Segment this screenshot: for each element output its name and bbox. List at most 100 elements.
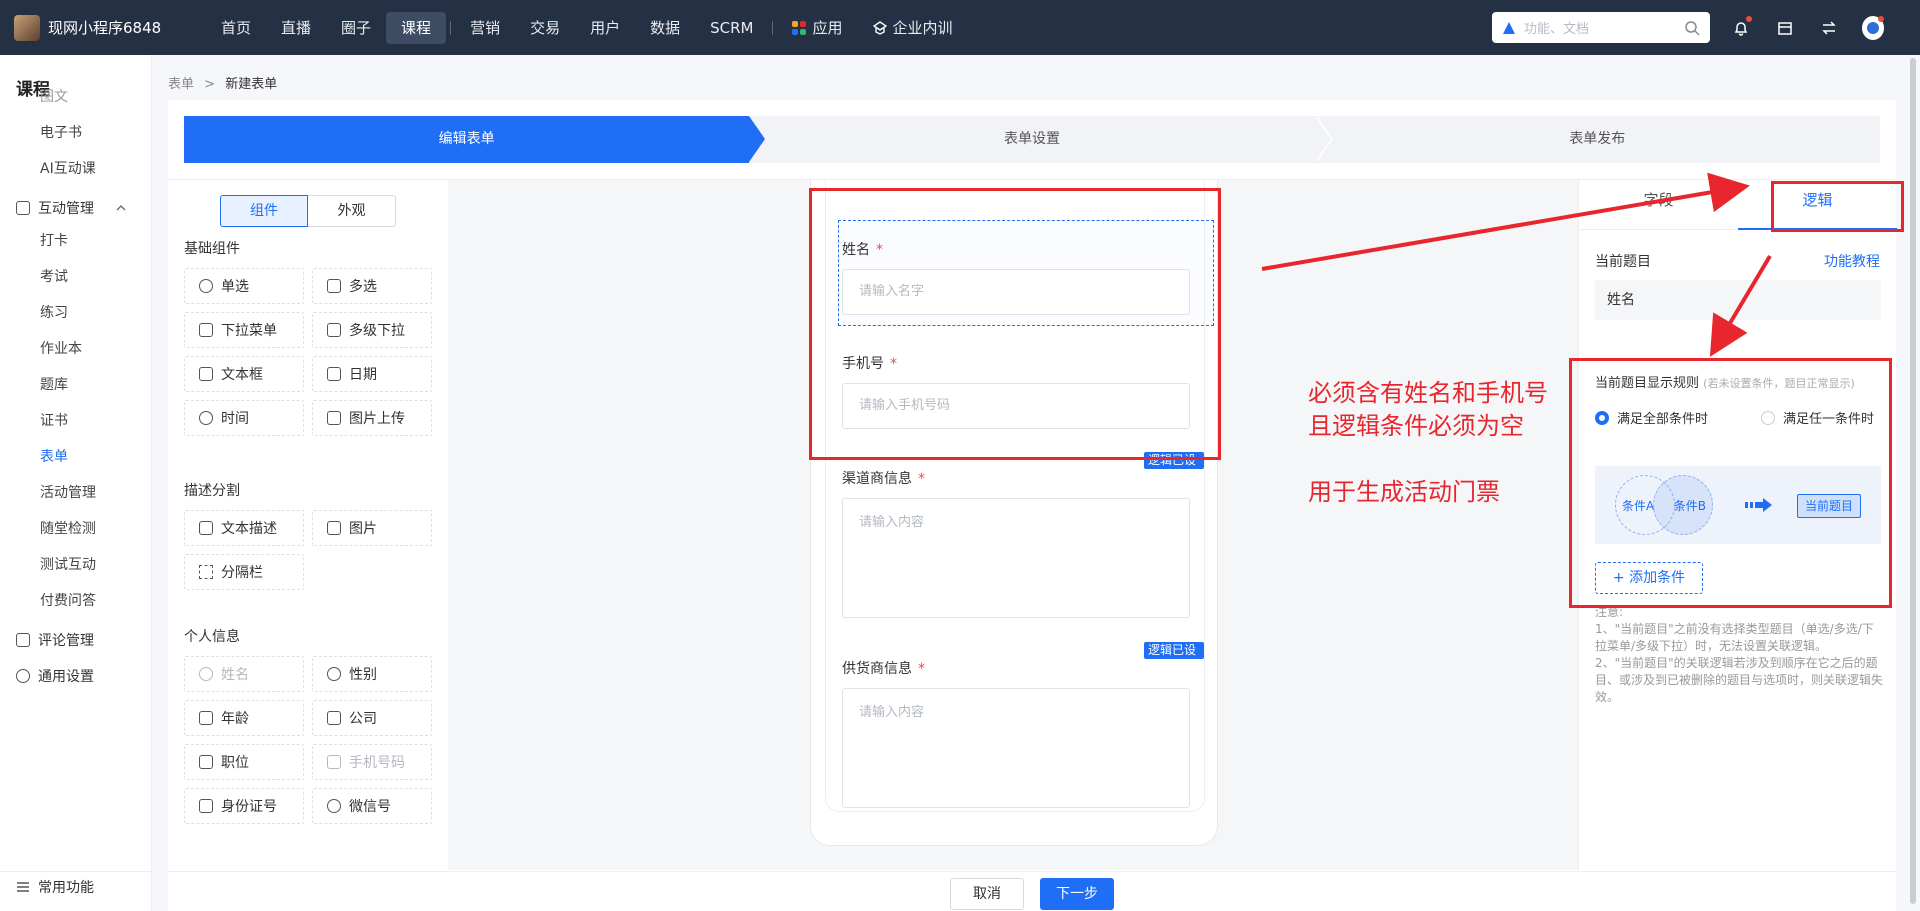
- field-channel[interactable]: 渠道商信息 * 请输入内容: [842, 468, 1190, 618]
- bell-icon[interactable]: [1730, 15, 1752, 39]
- section-basic: 基础组件: [184, 241, 240, 257]
- sidebar-item-ebook[interactable]: 电子书: [40, 122, 82, 142]
- page-scrollbar[interactable]: [1910, 58, 1916, 904]
- search-icon[interactable]: [1684, 20, 1700, 36]
- nav-users[interactable]: 用户: [575, 12, 635, 44]
- component-label: 时间: [221, 411, 249, 427]
- component-label: 文本描述: [221, 521, 277, 537]
- component-company[interactable]: 公司: [312, 700, 432, 736]
- step-edit-form[interactable]: 编辑表单: [184, 116, 766, 163]
- clock-icon: [199, 411, 213, 425]
- image-upload-icon: [327, 411, 341, 425]
- sidebar-item-question-bank[interactable]: 题库: [40, 374, 68, 394]
- component-position[interactable]: 职位: [184, 744, 304, 780]
- annotation-box-form-fields: [809, 188, 1221, 460]
- nav-scrm[interactable]: SCRM: [695, 12, 768, 44]
- sidebar-item-article[interactable]: 图文: [40, 86, 68, 106]
- step-form-settings[interactable]: 表单设置: [749, 116, 1333, 163]
- training-icon: [872, 20, 887, 35]
- component-divider[interactable]: 分隔栏: [184, 554, 304, 590]
- sidebar-item-paid-qa[interactable]: 付费问答: [40, 590, 96, 610]
- sidebar-item-homework[interactable]: 作业本: [40, 338, 82, 358]
- comment-icon: [16, 633, 30, 647]
- tab-components[interactable]: 组件: [220, 195, 308, 227]
- cake-icon: [199, 711, 213, 725]
- step-form-publish[interactable]: 表单发布: [1314, 116, 1880, 163]
- sidebar-item-certificate[interactable]: 证书: [40, 410, 68, 430]
- sidebar-item-form[interactable]: 表单: [40, 446, 68, 466]
- global-search[interactable]: 功能、文档: [1492, 12, 1710, 43]
- nav-training[interactable]: 企业内训: [858, 12, 968, 44]
- sidebar-item-test-interact[interactable]: 测试互动: [40, 554, 96, 574]
- nav-training-label: 企业内训: [892, 18, 953, 37]
- sidebar: 课程 图文 电子书 AI互动课 互动管理 打卡 考试 练习 作业本 题库 证书 …: [0, 55, 152, 911]
- chevron-up-icon: [116, 205, 126, 211]
- switch-icon[interactable]: [1818, 17, 1840, 39]
- nav-course[interactable]: 课程: [386, 11, 447, 44]
- search-input[interactable]: 功能、文档: [1524, 18, 1684, 37]
- component-radio[interactable]: 单选: [184, 268, 304, 304]
- store-icon[interactable]: [1774, 17, 1796, 39]
- tutorial-link[interactable]: 功能教程: [1824, 251, 1880, 271]
- sidebar-group-common[interactable]: 常用功能: [16, 877, 94, 897]
- sidebar-item-activity[interactable]: 活动管理: [40, 482, 96, 502]
- component-multi-dropdown[interactable]: 多级下拉: [312, 312, 432, 348]
- sidebar-group-settings[interactable]: 通用设置: [16, 666, 94, 686]
- component-label: 性别: [349, 667, 377, 683]
- field-label: 渠道商信息 *: [842, 471, 925, 487]
- nav-live[interactable]: 直播: [266, 12, 326, 44]
- tab-fields[interactable]: 字段: [1579, 180, 1738, 230]
- top-actions: [1730, 0, 1884, 55]
- nav-apps[interactable]: 应用: [777, 12, 857, 44]
- component-date[interactable]: 日期: [312, 356, 432, 392]
- component-gender[interactable]: 性别: [312, 656, 432, 692]
- supplier-textarea[interactable]: 请输入内容: [842, 688, 1190, 808]
- section-description: 描述分割: [184, 483, 240, 499]
- nav-separator: [772, 20, 774, 35]
- breadcrumb-parent[interactable]: 表单: [168, 77, 194, 92]
- component-dropdown[interactable]: 下拉菜单: [184, 312, 304, 348]
- component-label: 多选: [349, 279, 377, 295]
- wechat-icon: [327, 799, 341, 813]
- component-image-upload[interactable]: 图片上传: [312, 400, 432, 436]
- search-brand-icon: [1503, 21, 1515, 34]
- component-wechat[interactable]: 微信号: [312, 788, 432, 824]
- field-supplier[interactable]: 供货商信息 * 请输入内容: [842, 658, 1190, 808]
- nav-data[interactable]: 数据: [635, 12, 695, 44]
- sidebar-item-practice[interactable]: 练习: [40, 302, 68, 322]
- text-icon: [199, 367, 213, 381]
- multi-dropdown-icon: [327, 323, 341, 337]
- tab-appearance[interactable]: 外观: [308, 195, 396, 227]
- sidebar-item-checkin[interactable]: 打卡: [40, 230, 68, 250]
- step-bar: 编辑表单 表单设置 表单发布: [184, 116, 1880, 163]
- nav-separator: [450, 20, 452, 35]
- nav-trade[interactable]: 交易: [515, 12, 575, 44]
- sidebar-item-ai-course[interactable]: AI互动课: [40, 158, 96, 178]
- brand[interactable]: 现网小程序6848: [0, 14, 200, 41]
- annotation-line: 且逻辑条件必须为空: [1308, 412, 1524, 440]
- cancel-button[interactable]: 取消: [950, 878, 1024, 910]
- sidebar-group-interaction[interactable]: 互动管理: [16, 198, 126, 218]
- component-age[interactable]: 年龄: [184, 700, 304, 736]
- nav-marketing[interactable]: 营销: [455, 12, 515, 44]
- component-textbox[interactable]: 文本框: [184, 356, 304, 392]
- sidebar-divider: [0, 871, 152, 872]
- nav-home[interactable]: 首页: [206, 12, 266, 44]
- brand-name: 现网小程序6848: [48, 19, 162, 37]
- component-checkbox[interactable]: 多选: [312, 268, 432, 304]
- annotation-box-logic-tab: [1771, 181, 1904, 232]
- component-image[interactable]: 图片: [312, 510, 432, 546]
- section-personal: 个人信息: [184, 629, 240, 645]
- nav-circle[interactable]: 圈子: [326, 12, 386, 44]
- next-step-button[interactable]: 下一步: [1040, 878, 1114, 910]
- component-id-card[interactable]: 身份证号: [184, 788, 304, 824]
- channel-textarea[interactable]: 请输入内容: [842, 498, 1190, 618]
- user-avatar[interactable]: [1862, 15, 1884, 40]
- sidebar-item-quiz[interactable]: 随堂检测: [40, 518, 96, 538]
- sidebar-group-comments[interactable]: 评论管理: [16, 630, 94, 650]
- breadcrumb: 表单 > 新建表单: [168, 73, 277, 92]
- sidebar-item-exam[interactable]: 考试: [40, 266, 68, 286]
- component-time[interactable]: 时间: [184, 400, 304, 436]
- component-text-description[interactable]: 文本描述: [184, 510, 304, 546]
- component-label: 下拉菜单: [221, 323, 277, 339]
